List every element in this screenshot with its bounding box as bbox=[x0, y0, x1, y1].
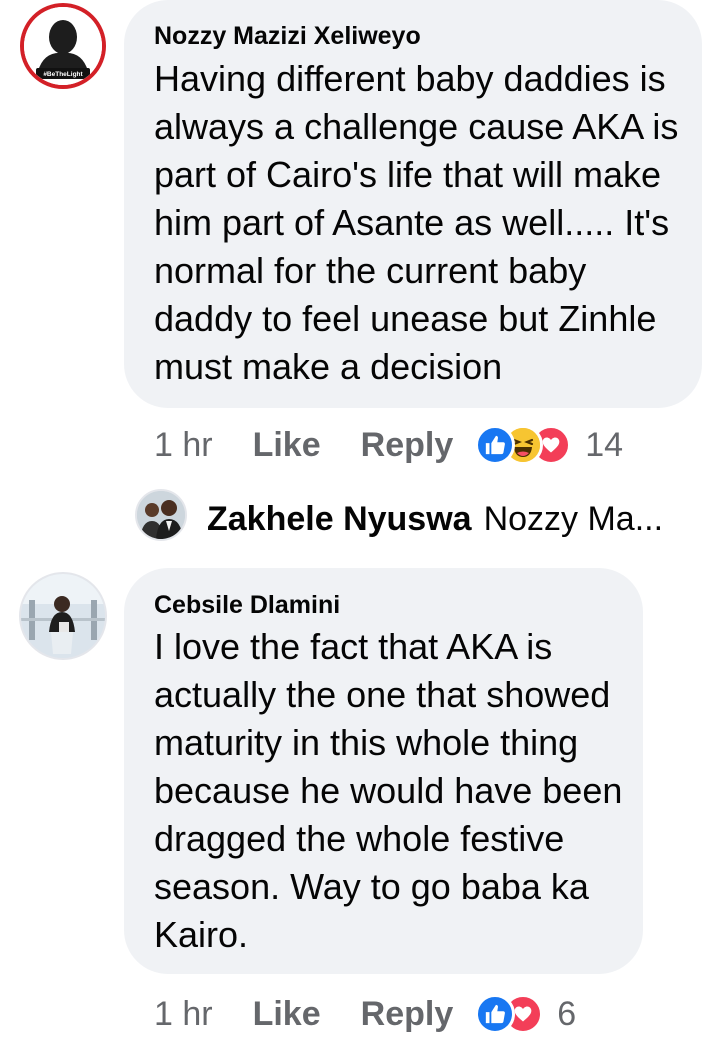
like-icon bbox=[475, 994, 516, 1034]
reply-button[interactable]: Reply bbox=[361, 426, 454, 465]
reply-preview[interactable]: Zakhele Nyuswa Nozzy Ma... bbox=[207, 494, 663, 544]
timestamp[interactable]: 1 hr bbox=[154, 426, 213, 465]
reply-author[interactable]: Zakhele Nyuswa bbox=[207, 500, 472, 539]
comment-actions: 1 hr Like Reply 6 bbox=[154, 989, 576, 1039]
reply-preview-text[interactable]: Nozzy Ma... bbox=[484, 500, 663, 539]
avatar[interactable]: #BeTheLight bbox=[20, 3, 106, 89]
reactions-summary[interactable] bbox=[475, 994, 544, 1034]
avatar[interactable] bbox=[19, 572, 107, 660]
reply-avatar[interactable] bbox=[135, 489, 187, 541]
comment-author[interactable]: Nozzy Mazizi Xeliweyo bbox=[154, 22, 421, 51]
timestamp[interactable]: 1 hr bbox=[154, 995, 213, 1034]
reply-button[interactable]: Reply bbox=[361, 995, 454, 1034]
profile-photo-icon bbox=[21, 574, 105, 658]
profile-photo-icon bbox=[137, 491, 185, 539]
like-icon bbox=[475, 425, 516, 465]
like-button[interactable]: Like bbox=[253, 426, 321, 465]
reaction-count[interactable]: 6 bbox=[557, 995, 576, 1034]
comment-author[interactable]: Cebsile Dlamini bbox=[154, 591, 340, 620]
reaction-count[interactable]: 14 bbox=[585, 426, 623, 465]
avatar-badge-text: #BeTheLight bbox=[43, 71, 83, 78]
like-button[interactable]: Like bbox=[253, 995, 321, 1034]
reactions-summary[interactable] bbox=[475, 425, 572, 465]
comment-text: I love the fact that AKA is actually the… bbox=[154, 626, 623, 955]
comment-text: Having different baby daddies is always … bbox=[154, 58, 679, 387]
comment-actions: 1 hr Like Reply 14 bbox=[154, 420, 623, 470]
profile-photo-icon: #BeTheLight bbox=[24, 7, 102, 85]
